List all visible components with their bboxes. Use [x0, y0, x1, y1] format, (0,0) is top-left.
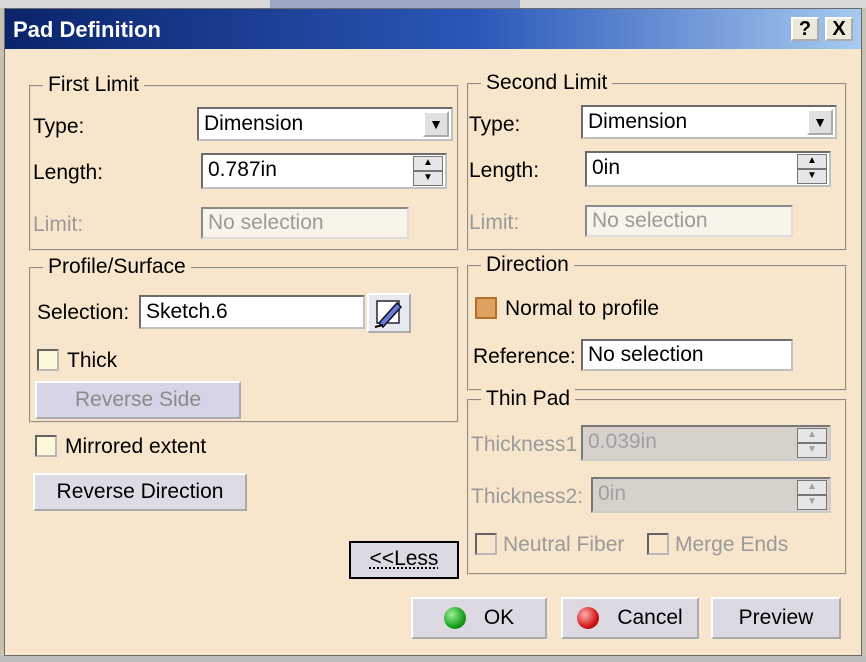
thickness1-value: 0.039in [588, 430, 657, 453]
second-length-input[interactable]: 0in ▲ ▼ [585, 151, 831, 187]
thin-pad-label: Thin Pad [481, 387, 576, 411]
green-dot-icon [443, 607, 466, 630]
neutral-fiber-checkbox[interactable] [475, 533, 497, 555]
first-length-value: 0.787in [208, 158, 277, 181]
spinner-icon[interactable]: ▲ ▼ [797, 428, 827, 458]
first-type-dropdown[interactable]: Dimension ▼ [197, 107, 453, 141]
second-type-dropdown[interactable]: Dimension ▼ [581, 105, 837, 139]
merge-ends-checkbox[interactable] [647, 533, 669, 555]
help-button[interactable]: ? [791, 17, 819, 41]
background-toolbar-strip [0, 0, 866, 8]
thickness1-label: Thickness1 [471, 433, 578, 456]
preview-button[interactable]: Preview [711, 597, 841, 639]
mirrored-extent-checkbox[interactable] [35, 435, 57, 457]
spinner-icon[interactable]: ▲ ▼ [413, 156, 443, 186]
second-limit-selection-value: No selection [592, 209, 708, 232]
direction-label: Direction [481, 253, 574, 277]
title-bar[interactable]: Pad Definition ? X [5, 9, 861, 49]
second-type-label: Type: [469, 113, 521, 136]
reference-label: Reference: [473, 345, 576, 368]
thickness2-label: Thickness2: [471, 485, 584, 508]
pad-definition-dialog: Pad Definition ? X First Limit Type: Dim… [4, 8, 862, 656]
thickness2-value: 0in [598, 482, 627, 505]
chevron-down-icon[interactable]: ▼ [423, 111, 449, 137]
background-status-strip [0, 656, 866, 662]
mirrored-extent-label: Mirrored extent [65, 435, 207, 458]
cancel-button[interactable]: Cancel [561, 597, 699, 639]
reference-input[interactable]: No selection [581, 339, 793, 371]
first-type-label: Type: [33, 115, 85, 138]
normal-to-profile-label: Normal to profile [505, 297, 660, 320]
first-limit-field-label: Limit: [33, 213, 84, 236]
first-length-label: Length: [33, 161, 104, 184]
thickness2-input[interactable]: 0in ▲ ▼ [591, 477, 831, 513]
profile-surface-label: Profile/Surface [43, 255, 191, 279]
first-limit-selection-value: No selection [208, 211, 324, 234]
selection-input[interactable]: Sketch.6 [139, 295, 365, 329]
second-limit-selection: No selection [585, 205, 793, 237]
second-length-value: 0in [592, 156, 621, 179]
dialog-title: Pad Definition [13, 17, 161, 42]
less-label: <<Less [369, 547, 439, 570]
cancel-label: Cancel [617, 606, 683, 629]
thick-label: Thick [67, 349, 118, 372]
second-limit-label: Second Limit [481, 71, 613, 95]
reverse-side-button[interactable]: Reverse Side [35, 381, 241, 419]
first-type-value: Dimension [204, 112, 304, 135]
thickness1-input[interactable]: 0.039in ▲ ▼ [581, 425, 831, 461]
selection-label: Selection: [37, 301, 130, 324]
ok-button[interactable]: OK [411, 597, 547, 639]
reverse-direction-button[interactable]: Reverse Direction [33, 473, 247, 511]
less-button[interactable]: <<Less [349, 541, 459, 579]
second-length-label: Length: [469, 159, 540, 182]
merge-ends-label: Merge Ends [675, 533, 789, 556]
first-limit-selection: No selection [201, 207, 409, 239]
direction-group: Direction [467, 253, 847, 391]
first-limit-label: First Limit [43, 73, 144, 97]
normal-to-profile-checkbox[interactable] [475, 297, 497, 319]
selection-value: Sketch.6 [146, 300, 228, 323]
first-length-input[interactable]: 0.787in ▲ ▼ [201, 153, 447, 189]
thick-checkbox[interactable] [37, 349, 59, 371]
ok-label: OK [483, 606, 515, 629]
chevron-down-icon[interactable]: ▼ [807, 109, 833, 135]
reference-value: No selection [588, 343, 704, 366]
spinner-icon[interactable]: ▲ ▼ [797, 480, 827, 510]
close-button[interactable]: X [825, 17, 853, 41]
second-limit-field-label: Limit: [469, 211, 520, 234]
neutral-fiber-label: Neutral Fiber [503, 533, 625, 556]
red-dot-icon [577, 607, 600, 630]
spinner-icon[interactable]: ▲ ▼ [797, 154, 827, 184]
second-type-value: Dimension [588, 110, 688, 133]
sketch-pencil-icon[interactable] [367, 293, 411, 333]
